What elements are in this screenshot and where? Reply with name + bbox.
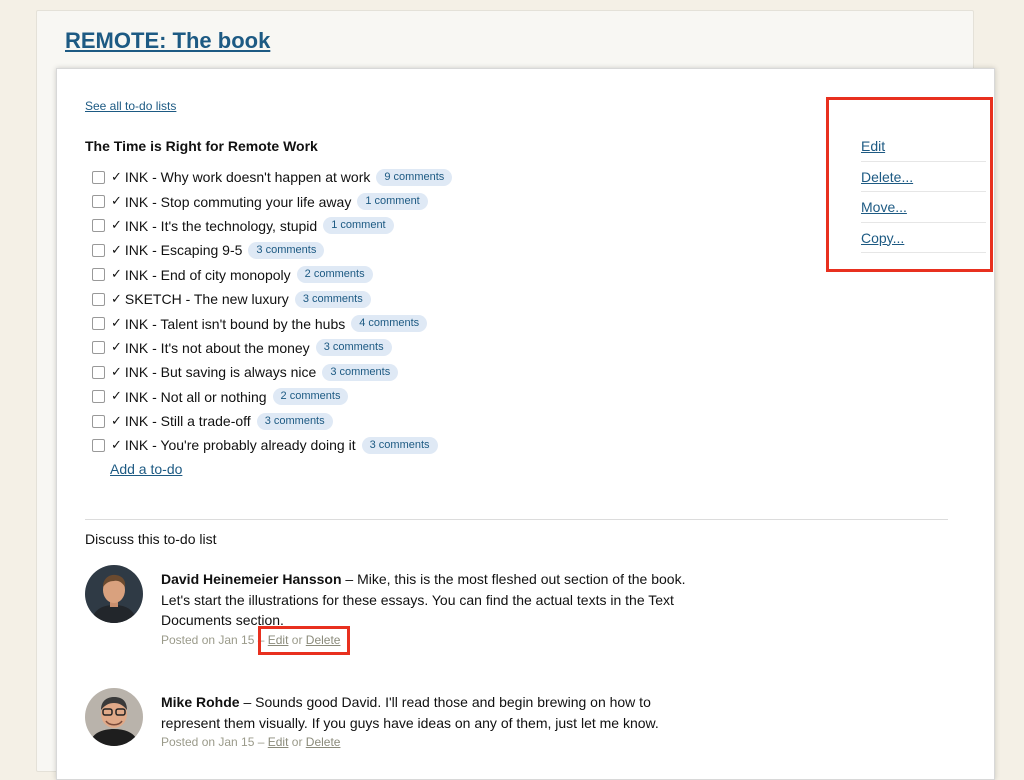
comment-delete-link[interactable]: Delete <box>306 735 341 749</box>
checkmark-icon: ✓ <box>111 267 122 283</box>
comment-body: Mike Rohde – Sounds good David. I'll rea… <box>161 692 701 750</box>
todo-checkbox[interactable] <box>92 292 105 306</box>
discussion-title: Discuss this to-do list <box>85 531 217 547</box>
comments-badge[interactable]: 2 comments <box>272 388 349 406</box>
avatar <box>85 565 143 623</box>
checkmark-icon: ✓ <box>111 364 122 380</box>
todo-item: ✓ INK - You're probably already doing it 3… <box>92 433 452 457</box>
comment-author: David Heinemeier Hansson <box>161 571 342 587</box>
checkmark-icon: ✓ <box>111 291 122 307</box>
comments-badge[interactable]: 1 comment <box>323 217 394 235</box>
comment-posted-date: Posted on Jan 15 – <box>161 632 268 647</box>
todo-checkbox[interactable] <box>92 219 105 233</box>
checkmark-icon: ✓ <box>111 413 122 429</box>
todo-text[interactable]: INK - Escaping 9-5 <box>125 242 243 258</box>
comment-meta: Posted on Jan 15 – Edit or Delete <box>161 734 701 750</box>
comments-badge[interactable]: 2 comments <box>296 266 373 284</box>
comments-badge[interactable]: 3 comments <box>315 339 392 357</box>
todo-text[interactable]: INK - Not all or nothing <box>125 389 267 405</box>
checkmark-icon: ✓ <box>111 169 122 185</box>
checkmark-icon: ✓ <box>111 316 122 332</box>
todo-checkbox[interactable] <box>92 365 105 379</box>
comment-meta: Posted on Jan 15 – Edit or Delete <box>161 632 701 648</box>
todo-checkbox[interactable] <box>92 243 105 257</box>
comments-badge[interactable]: 3 comments <box>294 290 371 308</box>
see-all-todo-lists-link[interactable]: See all to-do lists <box>85 99 176 113</box>
todo-item: ✓ INK - Not all or nothing 2 comments <box>92 385 452 409</box>
todo-item: ✓ INK - End of city monopoly 2 comments <box>92 263 452 287</box>
comments-badge[interactable]: 3 comments <box>322 363 399 381</box>
todo-item: ✓ INK - Talent isn't bound by the hubs 4 c… <box>92 311 452 335</box>
comment-or-text: or <box>288 735 306 749</box>
checkmark-icon: ✓ <box>111 242 122 258</box>
project-title[interactable]: REMOTE: The book <box>65 28 270 54</box>
comments-badge[interactable]: 1 comment <box>357 193 428 211</box>
todo-checkbox[interactable] <box>92 195 105 209</box>
todo-item: ✓ INK - Why work doesn't happen at work 9 … <box>92 165 453 189</box>
todo-checkbox[interactable] <box>92 438 105 452</box>
todo-item: ✓ INK - Stop commuting your life away 1 co… <box>92 189 452 213</box>
todo-text[interactable]: INK - Stop commuting your life away <box>125 194 351 210</box>
todo-text[interactable]: INK - End of city monopoly <box>125 267 291 283</box>
todo-text[interactable]: INK - Talent isn't bound by the hubs <box>125 316 345 332</box>
todo-text[interactable]: SKETCH - The new luxury <box>125 291 289 307</box>
todo-checkbox[interactable] <box>92 414 105 428</box>
comments-badge[interactable]: 4 comments <box>351 315 428 333</box>
todo-list: ✓ INK - Why work doesn't happen at work 9 … <box>92 165 453 458</box>
todo-text[interactable]: INK - You're probably already doing it <box>125 437 356 453</box>
add-todo-link[interactable]: Add a to-do <box>110 461 182 477</box>
todo-item: ✓ INK - Escaping 9-5 3 comments <box>92 238 452 262</box>
todo-item: ✓ INK - Still a trade-off 3 comments <box>92 409 452 433</box>
comments-badge[interactable]: 3 comments <box>361 436 438 454</box>
comment-author: Mike Rohde <box>161 694 240 710</box>
checkmark-icon: ✓ <box>111 389 122 405</box>
todo-list-title: The Time is Right for Remote Work <box>85 138 318 154</box>
comment-edit-link[interactable]: Edit <box>268 735 289 749</box>
todo-item: ✓ SKETCH - The new luxury 3 comments <box>92 287 452 311</box>
todo-checkbox[interactable] <box>92 341 105 355</box>
comments-badge[interactable]: 3 comments <box>248 241 325 259</box>
todo-item: ✓ INK - It's the technology, stupid 1 comm… <box>92 214 452 238</box>
todo-text[interactable]: INK - Why work doesn't happen at work <box>125 169 370 185</box>
todo-item: ✓ INK - It's not about the money 3 comment… <box>92 336 452 360</box>
todo-checkbox[interactable] <box>92 317 105 331</box>
comment-body: David Heinemeier Hansson – Mike, this is… <box>161 569 701 648</box>
todo-checkbox[interactable] <box>92 390 105 404</box>
todo-text[interactable]: INK - Still a trade-off <box>125 413 251 429</box>
todo-checkbox[interactable] <box>92 268 105 282</box>
avatar <box>85 688 143 746</box>
todo-text[interactable]: INK - But saving is always nice <box>125 364 316 380</box>
todo-item: ✓ INK - But saving is always nice 3 commen… <box>92 360 452 384</box>
section-divider <box>85 519 948 520</box>
checkmark-icon: ✓ <box>111 340 122 356</box>
highlight-box-list-actions <box>826 97 993 272</box>
checkmark-icon: ✓ <box>111 218 122 234</box>
comments-badge[interactable]: 3 comments <box>256 412 333 430</box>
todo-checkbox[interactable] <box>92 170 105 184</box>
comment-posted-date: Posted on Jan 15 – <box>161 735 268 749</box>
todo-text[interactable]: INK - It's the technology, stupid <box>125 218 317 234</box>
checkmark-icon: ✓ <box>111 194 122 210</box>
checkmark-icon: ✓ <box>111 437 122 453</box>
comments-badge[interactable]: 9 comments <box>376 168 453 186</box>
highlight-box-comment-actions <box>258 626 350 655</box>
todo-text[interactable]: INK - It's not about the money <box>125 340 310 356</box>
